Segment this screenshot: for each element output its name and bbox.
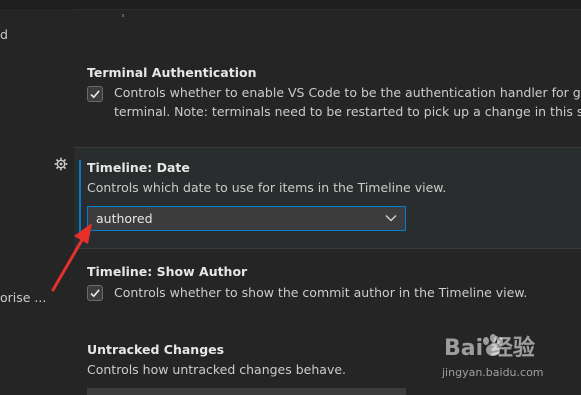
checkmark-icon	[90, 289, 100, 298]
toc-item-fragment[interactable]: orise ...	[0, 290, 46, 305]
setting-description: Controls how untracked changes behave.	[87, 362, 347, 377]
setting-name: Date	[156, 160, 190, 175]
watermark-url: jingyan.baidu.com	[442, 366, 544, 379]
setting-title-timeline-show-author: Timeline: Show Author	[87, 264, 247, 279]
setting-title-timeline-date: Timeline: Date	[87, 160, 190, 175]
show-author-checkbox[interactable]	[87, 285, 103, 301]
gear-icon[interactable]	[54, 157, 68, 171]
watermark-brand: Bai 经验	[444, 336, 535, 361]
chevron-down-icon	[385, 214, 397, 222]
settings-editor: d orise ... Terminal Authentication Cont…	[0, 0, 581, 395]
setting-description: Controls whether to enable VS Code to be…	[114, 85, 581, 100]
checkmark-icon	[90, 90, 100, 99]
setting-title: Terminal Authentication	[87, 65, 257, 80]
setting-description: terminal. Note: terminals need to be res…	[114, 104, 581, 119]
setting-description: Controls whether to show the commit auth…	[114, 285, 528, 300]
select-value: authored	[96, 211, 153, 226]
untracked-changes-select[interactable]	[87, 388, 406, 395]
setting-terminal-authentication: Terminal Authentication	[87, 65, 256, 80]
settings-toc-pane: d orise ...	[0, 9, 74, 395]
top-strip	[0, 0, 581, 10]
terminal-auth-checkbox[interactable]	[87, 86, 103, 102]
setting-title-untracked-changes: Untracked Changes	[87, 342, 225, 357]
setting-description: Controls which date to use for items in …	[87, 180, 447, 195]
watermark-logo: Bai 经验 jingyan.baidu.com	[434, 330, 574, 386]
setting-name: Show Author	[156, 264, 248, 279]
focus-indicator	[79, 160, 81, 236]
setting-category: Timeline:	[87, 160, 157, 175]
toc-item-fragment[interactable]: d	[0, 27, 8, 42]
setting-category: Timeline:	[87, 264, 157, 279]
timeline-date-select[interactable]: authored	[87, 206, 406, 231]
scroll-marker	[122, 14, 124, 17]
